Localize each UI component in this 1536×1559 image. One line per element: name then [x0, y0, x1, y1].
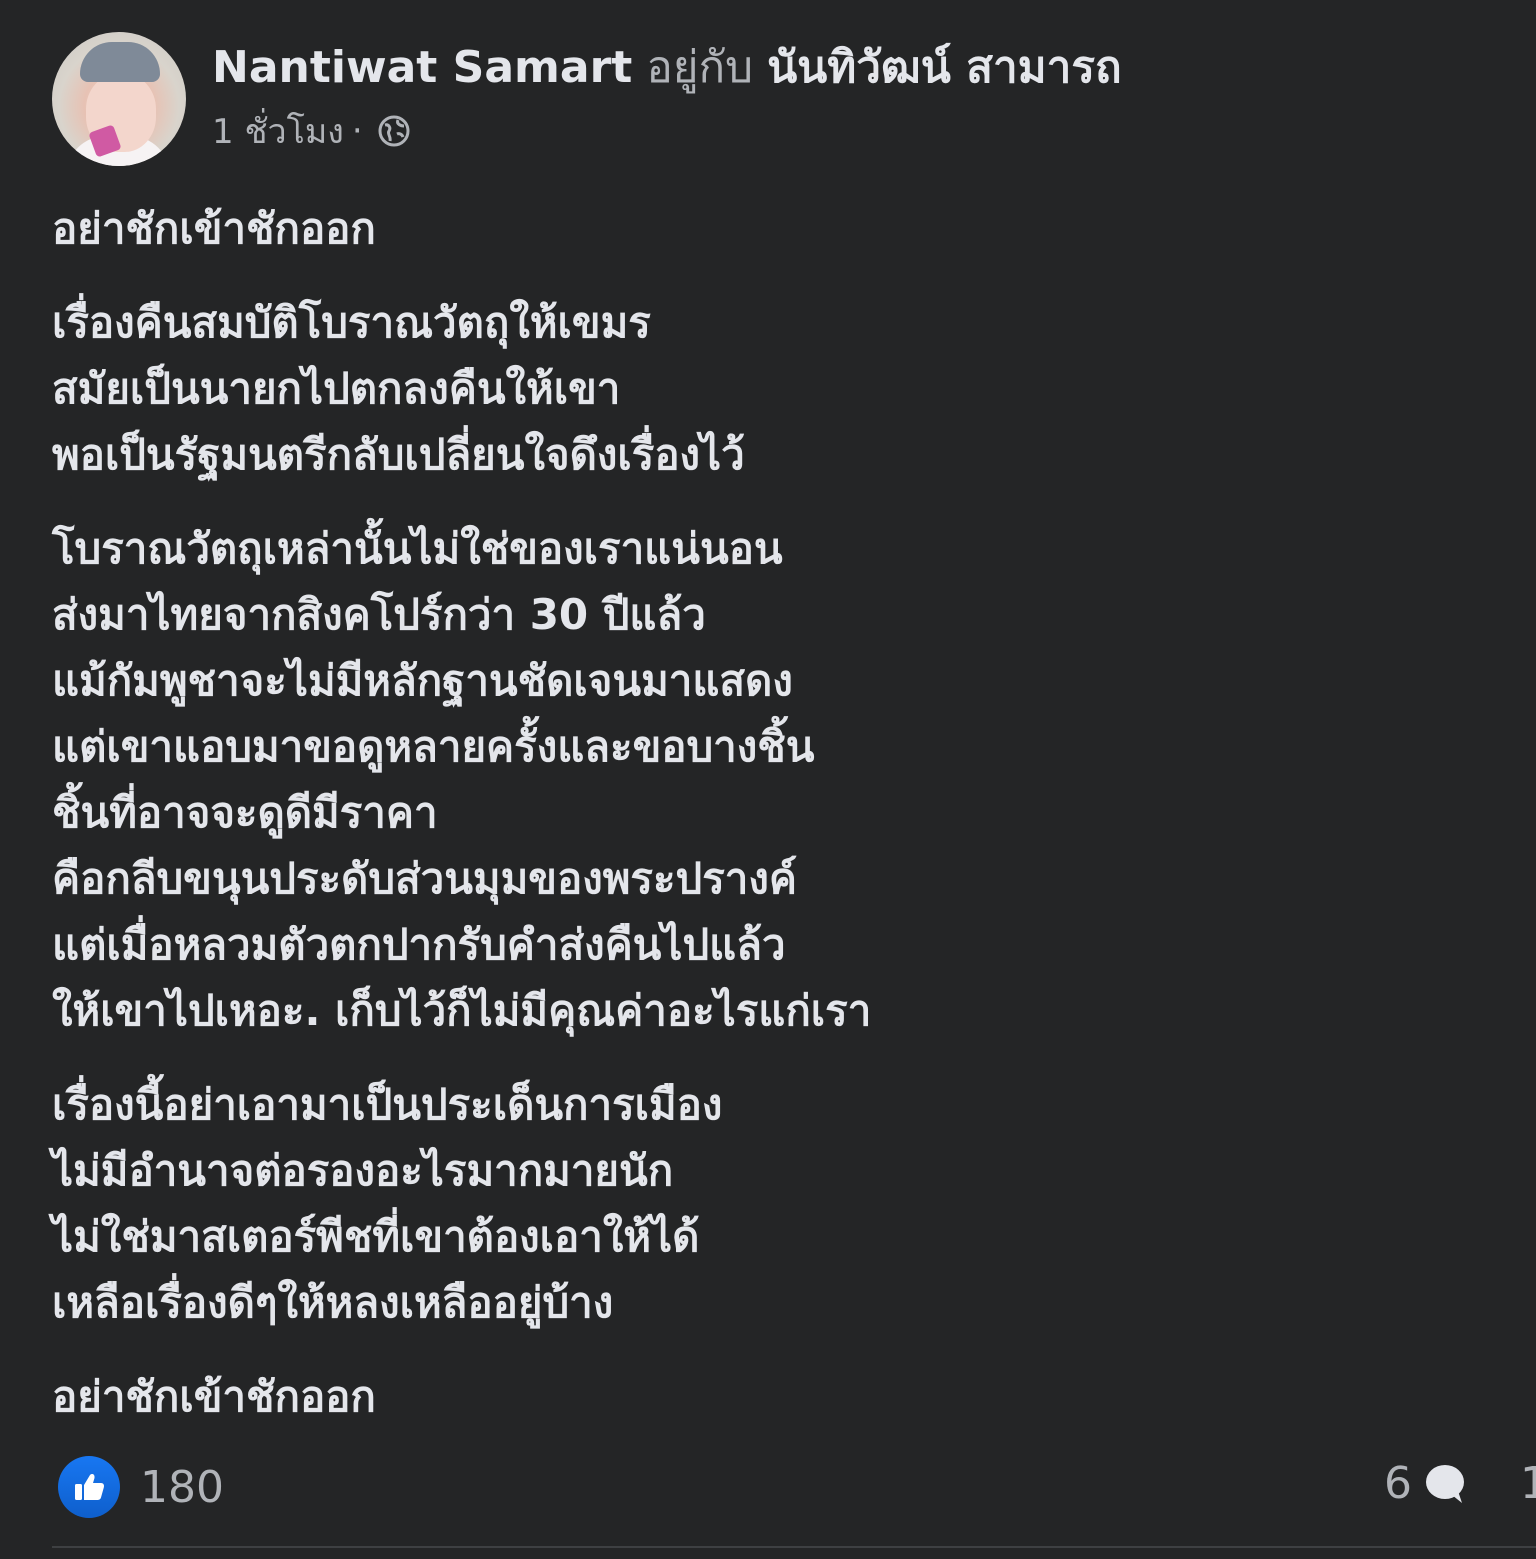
- facebook-post: Nantiwat Samart อยู่กับ นันทิวัฒน์ สามาร…: [0, 0, 1536, 1559]
- reactions-summary[interactable]: 180: [58, 1456, 224, 1518]
- post-body: อย่าชักเข้าชักออกเรื่องคืนสมบัติโบราณวัต…: [52, 196, 1452, 1458]
- post-paragraph: อย่าชักเข้าชักออก: [52, 1364, 1452, 1430]
- post-line: ให้เขาไปเหอะ. เก็บไว้ก็ไม่มีคุณค่าอะไรแก…: [52, 986, 872, 1035]
- post-line: ไม่ใช่มาสเตอร์พีชที่เขาต้องเอาให้ได้: [52, 1212, 700, 1261]
- post-line: พอเป็นรัฐมนตรีกลับเปลี่ยนใจดึงเรื่องไว้: [52, 430, 745, 479]
- time-separator: ·: [351, 111, 363, 151]
- post-paragraph: เรื่องคืนสมบัติโบราณวัตถุให้เขมรสมัยเป็น…: [52, 290, 1452, 488]
- post-line: อย่าชักเข้าชักออก: [52, 204, 376, 253]
- post-line: ส่งมาไทยจากสิงคโปร์กว่า 30 ปีแล้ว: [52, 590, 706, 639]
- post-line: เรื่องนี้อย่าเอามาเป็นประเด็นการเมือง: [52, 1080, 723, 1129]
- post-line: แต่เมื่อหลวมตัวตกปากรับคำส่งคืนไปแล้ว: [52, 920, 786, 969]
- author-name[interactable]: Nantiwat Samart: [212, 42, 632, 93]
- post-line: อย่าชักเข้าชักออก: [52, 1372, 376, 1421]
- avatar-cap: [80, 42, 160, 82]
- post-line: เรื่องคืนสมบัติโบราณวัตถุให้เขมร: [52, 298, 651, 347]
- post-paragraph: เรื่องนี้อย่าเอามาเป็นประเด็นการเมืองไม่…: [52, 1072, 1452, 1336]
- like-icon: [58, 1456, 120, 1518]
- post-line: ชิ้นที่อาจจะดูดีมีราคา: [52, 788, 438, 837]
- post-line: สมัยเป็นนายกไปตกลงคืนให้เขา: [52, 364, 621, 413]
- with-word: อยู่กับ: [646, 42, 754, 93]
- globe-icon[interactable]: [377, 114, 411, 148]
- post-line: แต่เขาแอบมาขอดูหลายครั้งและขอบางชิ้น: [52, 722, 815, 771]
- shares-count[interactable]: 1: [1520, 1458, 1536, 1509]
- post-header: Nantiwat Samart อยู่กับ นันทิวัฒน์ สามาร…: [52, 32, 1122, 172]
- tagged-person[interactable]: นันทิวัฒน์ สามารถ: [767, 42, 1122, 93]
- comment-icon: [1422, 1461, 1468, 1507]
- reactions-count: 180: [140, 1461, 224, 1513]
- post-line: เหลือเรื่องดีๆให้หลงเหลืออยู่บ้าง: [52, 1278, 614, 1327]
- post-line: ไม่มีอำนาจต่อรองอะไรมากมายนัก: [52, 1146, 674, 1195]
- comments-count: 6: [1384, 1458, 1412, 1509]
- post-paragraph: โบราณวัตถุเหล่านั้นไม่ใช่ของเราแน่นอนส่ง…: [52, 516, 1452, 1044]
- name-line: Nantiwat Samart อยู่กับ นันทิวัฒน์ สามาร…: [212, 40, 1122, 96]
- footer-divider: [52, 1546, 1536, 1548]
- post-subline: 1 ชั่วโมง ·: [212, 104, 1122, 158]
- post-time[interactable]: 1 ชั่วโมง: [212, 104, 344, 158]
- post-line: โบราณวัตถุเหล่านั้นไม่ใช่ของเราแน่นอน: [52, 524, 783, 573]
- post-paragraph: อย่าชักเข้าชักออก: [52, 196, 1452, 262]
- author-avatar[interactable]: [52, 32, 186, 166]
- comments-summary[interactable]: 6: [1384, 1458, 1468, 1509]
- post-line: แม้กัมพูชาจะไม่มีหลักฐานชัดเจนมาแสดง: [52, 656, 793, 705]
- post-line: คือกลีบขนุนประดับส่วนมุมของพระปรางค์: [52, 854, 797, 903]
- post-meta: Nantiwat Samart อยู่กับ นันทิวัฒน์ สามาร…: [212, 32, 1122, 158]
